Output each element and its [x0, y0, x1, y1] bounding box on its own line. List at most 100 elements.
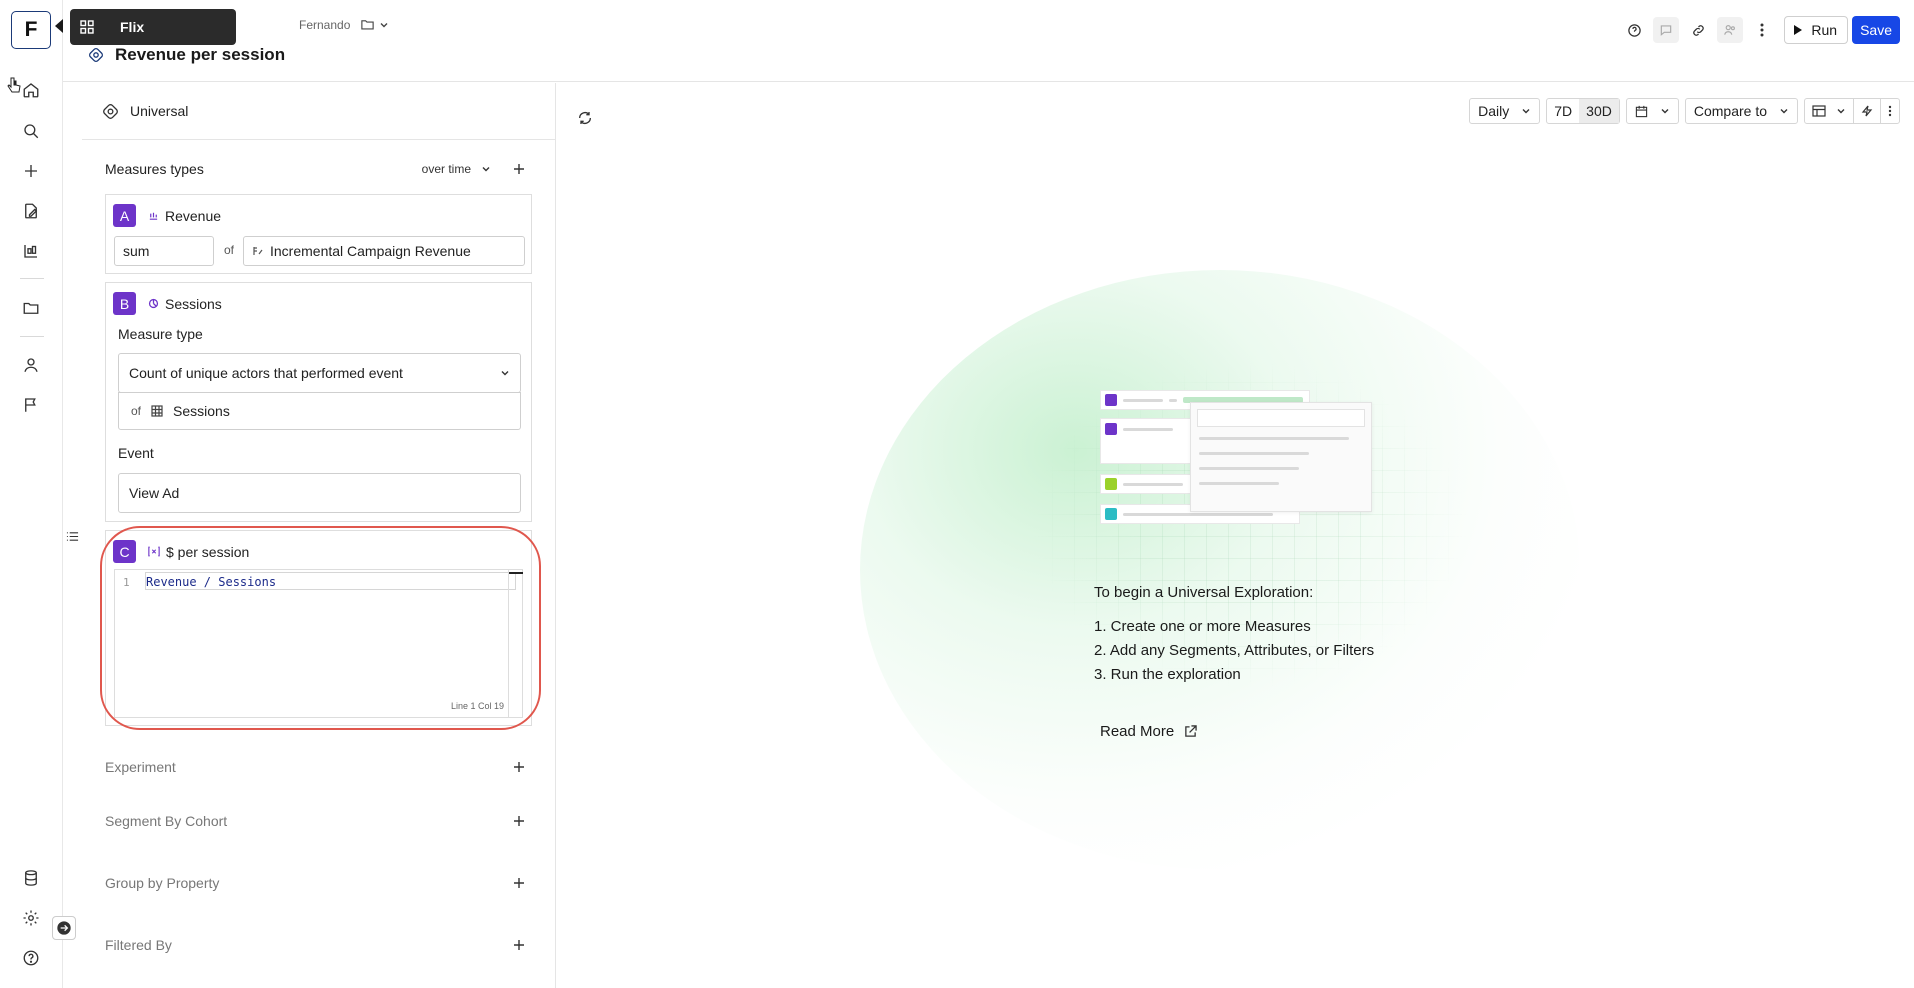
refresh-icon[interactable]: [577, 110, 593, 126]
measure-type-select[interactable]: Count of unique actors that performed ev…: [118, 353, 521, 393]
measure-c-header: C $ per session: [113, 540, 249, 563]
empty-state-step: 1. Create one or more Measures: [1094, 618, 1311, 635]
of-label: of: [131, 404, 142, 418]
chevron-down-icon: [1522, 109, 1530, 114]
measures-mode-label: over time: [421, 162, 471, 176]
save-button[interactable]: Save: [1852, 16, 1900, 44]
formula-icon: [148, 546, 160, 557]
grid-icon: [80, 20, 94, 34]
exploration-type[interactable]: Universal: [82, 83, 555, 140]
date-range-picker[interactable]: [1625, 98, 1679, 124]
measure-name[interactable]: Sessions: [165, 296, 222, 312]
page-title[interactable]: Revenue per session: [115, 45, 285, 65]
view-controls: [1804, 98, 1900, 124]
range-30d-button[interactable]: 30D: [1579, 99, 1619, 123]
chart-toolbar: Daily 7D 30D Compare to: [1469, 98, 1900, 124]
chevron-down-icon: [1837, 109, 1845, 114]
empty-state-illustration: [1100, 388, 1372, 528]
compare-label: Compare to: [1693, 103, 1767, 119]
pointer-cursor-icon: [6, 76, 22, 94]
section-filtered-by[interactable]: Filtered By: [105, 937, 525, 953]
of-label: of: [224, 243, 235, 257]
section-experiment[interactable]: Experiment: [105, 759, 525, 775]
measure-type-label: Measure type: [118, 326, 203, 342]
gear-icon[interactable]: [20, 907, 42, 929]
play-icon: [1794, 25, 1803, 35]
measure-a-header: A Revenue: [113, 204, 221, 227]
granularity-dropdown[interactable]: Daily: [1469, 98, 1541, 124]
more-options-button[interactable]: [1880, 99, 1899, 123]
formula-editor[interactable]: 1 Revenue / Sessions Line 1 Col 19: [114, 569, 523, 718]
measure-card-b: B Sessions Measure type Count of unique …: [105, 282, 532, 522]
left-rail: F: [0, 0, 63, 988]
add-measure-icon[interactable]: [513, 163, 525, 175]
chevron-down-icon: [1780, 109, 1788, 114]
run-button[interactable]: Run: [1784, 16, 1849, 44]
empty-state-step: 3. Run the exploration: [1094, 666, 1241, 683]
breadcrumb: Fernando: [299, 17, 389, 32]
section-segment-by-cohort[interactable]: Segment By Cohort: [105, 813, 525, 829]
range-7d-button[interactable]: 7D: [1547, 99, 1579, 123]
home-icon[interactable]: [20, 79, 42, 101]
run-button-label: Run: [1811, 22, 1838, 38]
numeric-property-icon: [253, 247, 263, 255]
more-vertical-icon[interactable]: [1746, 16, 1778, 44]
database-icon[interactable]: [20, 867, 42, 889]
editor-scrollbar[interactable]: [508, 570, 523, 717]
workspace-tooltip: Flix: [70, 9, 236, 45]
help-icon[interactable]: [1618, 16, 1650, 44]
read-more-link[interactable]: Read More: [1100, 723, 1197, 740]
cursor-position: Line 1 Col 19: [450, 701, 504, 711]
property-select[interactable]: Incremental Campaign Revenue: [243, 236, 525, 266]
illustration-popover: [1190, 402, 1372, 512]
actor-entity-value: Sessions: [173, 403, 230, 419]
empty-state-step: 2. Add any Segments, Attributes, or Filt…: [1094, 642, 1375, 659]
app-logo-letter: F: [24, 18, 38, 41]
header-actions: Run Save: [1618, 16, 1900, 44]
lightning-button[interactable]: [1853, 99, 1880, 123]
add-icon[interactable]: [513, 877, 525, 889]
actor-entity-select[interactable]: of Sessions: [118, 392, 521, 430]
edit-document-icon[interactable]: [20, 200, 42, 222]
user-icon[interactable]: [20, 354, 42, 376]
folder-icon[interactable]: [360, 17, 389, 32]
add-icon[interactable]: [513, 939, 525, 951]
expand-rail-button[interactable]: [52, 916, 76, 940]
measure-name[interactable]: $ per session: [166, 544, 249, 560]
table-view-button[interactable]: [1805, 99, 1853, 123]
measure-name[interactable]: Revenue: [165, 208, 221, 224]
search-icon[interactable]: [20, 120, 42, 142]
outline-list-icon[interactable]: [66, 530, 79, 543]
plus-icon[interactable]: [20, 160, 42, 182]
breadcrumb-owner[interactable]: Fernando: [299, 18, 350, 32]
event-select[interactable]: View Ad: [118, 473, 521, 513]
formula-text[interactable]: Revenue / Sessions: [145, 572, 516, 590]
add-icon[interactable]: [513, 815, 525, 827]
app-logo[interactable]: F: [11, 11, 51, 49]
exploration-type-label: Universal: [130, 103, 189, 119]
folder-icon[interactable]: [20, 297, 42, 319]
section-label: Segment By Cohort: [105, 813, 228, 829]
link-icon[interactable]: [1682, 16, 1714, 44]
aggregation-select[interactable]: sum: [114, 236, 214, 266]
tooltip-arrow: [55, 19, 63, 33]
measure-type-value: Count of unique actors that performed ev…: [129, 365, 403, 381]
section-label: Experiment: [105, 759, 176, 775]
chart-library-icon[interactable]: [20, 240, 42, 262]
section-label: Group by Property: [105, 875, 220, 891]
section-group-by-property[interactable]: Group by Property: [105, 875, 525, 891]
compare-dropdown[interactable]: Compare to: [1684, 98, 1798, 124]
share-users-icon[interactable]: [1717, 17, 1744, 43]
section-label: Filtered By: [105, 937, 172, 953]
lightning-icon: [1861, 105, 1873, 117]
add-icon[interactable]: [513, 761, 525, 773]
measure-card-c: C $ per session 1 Revenue / Sessions Lin…: [105, 530, 532, 726]
help-icon[interactable]: [20, 947, 42, 969]
table-icon: [1812, 105, 1826, 117]
range-toggle: 7D 30D: [1546, 98, 1620, 124]
measures-mode-dropdown[interactable]: over time: [422, 162, 491, 176]
comment-icon[interactable]: [1653, 17, 1680, 43]
flag-icon[interactable]: [20, 394, 42, 416]
query-panel: Universal Measures types over time A Rev…: [82, 83, 556, 988]
more-vertical-icon: [1888, 105, 1892, 117]
